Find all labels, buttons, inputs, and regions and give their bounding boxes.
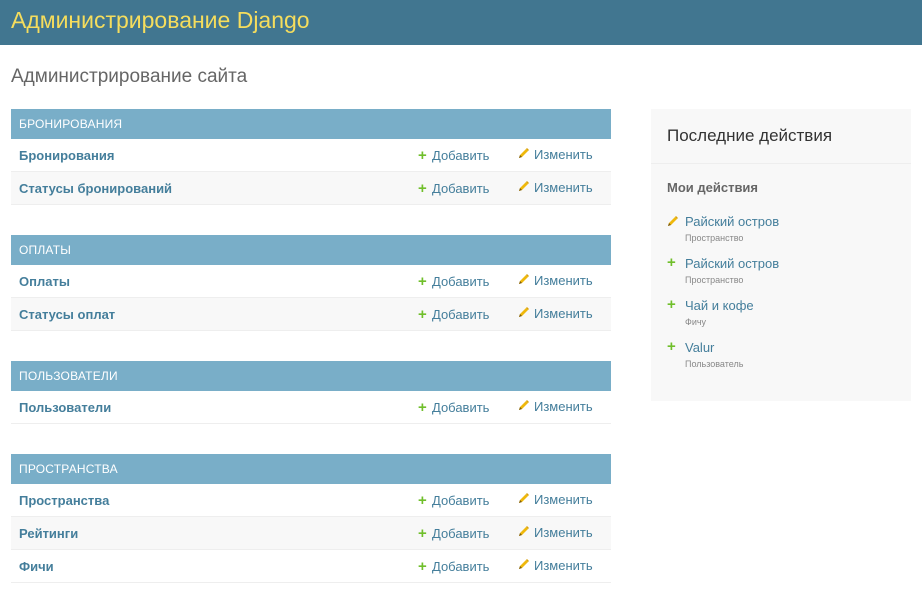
model-link[interactable]: Фичи (19, 559, 54, 574)
app-caption-link[interactable]: Бронирования (11, 109, 611, 139)
plus-icon: + (418, 558, 427, 575)
change-link[interactable]: Изменить (518, 558, 593, 573)
pencil-icon (518, 525, 534, 540)
add-label: Добавить (432, 493, 490, 508)
add-link[interactable]: + Добавить (418, 147, 489, 164)
header-bar: Администрирование Django (0, 0, 922, 45)
model-row: Статусы оплат + Добавить Изменить (11, 298, 611, 331)
page-title: Администрирование сайта (11, 66, 248, 87)
site-branding-link[interactable]: Администрирование Django (11, 7, 310, 34)
model-link[interactable]: Статусы оплат (19, 307, 115, 322)
model-row: Оплаты + Добавить Изменить (11, 265, 611, 298)
change-link[interactable]: Изменить (518, 147, 593, 162)
change-link[interactable]: Изменить (518, 492, 593, 507)
pencil-icon (667, 214, 681, 232)
app-module: Бронирования Бронирования + Добавить Изменит… (11, 109, 611, 205)
model-row: Рейтинги + Добавить Изменить (11, 517, 611, 550)
plus-icon: + (667, 254, 676, 271)
divider (651, 163, 911, 164)
model-row: Бронирования + Добавить Изменить (11, 139, 611, 172)
app-caption-link[interactable]: Пространства (11, 454, 611, 484)
app-list: Бронирования Бронирования + Добавить Изменит… (11, 109, 611, 613)
plus-icon: + (418, 525, 427, 542)
pencil-icon (518, 273, 534, 288)
add-label: Добавить (432, 526, 490, 541)
recent-action-type: Пользователь (685, 359, 744, 369)
model-link[interactable]: Статусы бронирований (19, 181, 172, 196)
app-caption-link[interactable]: Пользователи (11, 361, 611, 391)
model-link[interactable]: Пространства (19, 493, 109, 508)
change-label: Изменить (534, 558, 593, 573)
model-row: Пользователи + Добавить Изменить (11, 391, 611, 424)
plus-icon: + (418, 492, 427, 509)
my-actions-subtitle: Мои действия (667, 180, 759, 195)
add-label: Добавить (432, 274, 490, 289)
add-label: Добавить (432, 307, 490, 322)
app-module: Пространства Пространства + Добавить Изменит… (11, 454, 611, 583)
pencil-icon (518, 147, 534, 162)
model-row: Статусы бронирований + Добавить Изменить (11, 172, 611, 205)
plus-icon: + (418, 273, 427, 290)
pencil-icon (518, 306, 534, 321)
pencil-icon (518, 399, 534, 414)
change-label: Изменить (534, 306, 593, 321)
app-caption-link[interactable]: Оплаты (11, 235, 611, 265)
app-module: Оплаты Оплаты + Добавить Изменить Статусы опл… (11, 235, 611, 331)
plus-icon: + (418, 147, 427, 164)
recent-action-link[interactable]: Райский остров (685, 214, 779, 229)
change-link[interactable]: Изменить (518, 180, 593, 195)
change-link[interactable]: Изменить (518, 306, 593, 321)
recent-action-type: Пространство (685, 233, 744, 243)
recent-action-link[interactable]: Чай и кофе (685, 298, 754, 313)
change-label: Изменить (534, 180, 593, 195)
plus-icon: + (667, 338, 676, 355)
model-link[interactable]: Бронирования (19, 148, 114, 163)
model-link[interactable]: Рейтинги (19, 526, 78, 541)
add-link[interactable]: + Добавить (418, 492, 489, 509)
recent-action-link[interactable]: Райский остров (685, 256, 779, 271)
add-link[interactable]: + Добавить (418, 180, 489, 197)
add-link[interactable]: + Добавить (418, 399, 489, 416)
plus-icon: + (418, 180, 427, 197)
change-label: Изменить (534, 492, 593, 507)
change-label: Изменить (534, 525, 593, 540)
pencil-icon (518, 180, 534, 195)
pencil-icon (518, 558, 534, 573)
model-link[interactable]: Оплаты (19, 274, 70, 289)
recent-actions-title: Последние действия (667, 126, 833, 145)
add-link[interactable]: + Добавить (418, 306, 489, 323)
model-row: Фичи + Добавить Изменить (11, 550, 611, 583)
model-row: Пространства + Добавить Изменить (11, 484, 611, 517)
add-link[interactable]: + Добавить (418, 273, 489, 290)
plus-icon: + (418, 399, 427, 416)
change-link[interactable]: Изменить (518, 525, 593, 540)
app-module: Пользователи Пользователи + Добавить Изменит… (11, 361, 611, 424)
change-label: Изменить (534, 399, 593, 414)
add-label: Добавить (432, 559, 490, 574)
add-label: Добавить (432, 148, 490, 163)
plus-icon: + (667, 296, 676, 313)
change-link[interactable]: Изменить (518, 399, 593, 414)
change-link[interactable]: Изменить (518, 273, 593, 288)
add-label: Добавить (432, 400, 490, 415)
recent-action-type: Пространство (685, 275, 744, 285)
add-link[interactable]: + Добавить (418, 525, 489, 542)
pencil-icon (518, 492, 534, 507)
recent-actions-panel: Последние действия Мои действия Райский … (651, 109, 911, 401)
change-label: Изменить (534, 147, 593, 162)
plus-icon: + (418, 306, 427, 323)
change-label: Изменить (534, 273, 593, 288)
add-label: Добавить (432, 181, 490, 196)
model-link[interactable]: Пользователи (19, 400, 111, 415)
add-link[interactable]: + Добавить (418, 558, 489, 575)
recent-action-type: Фичу (685, 317, 707, 327)
recent-action-link[interactable]: Valur (685, 340, 714, 355)
